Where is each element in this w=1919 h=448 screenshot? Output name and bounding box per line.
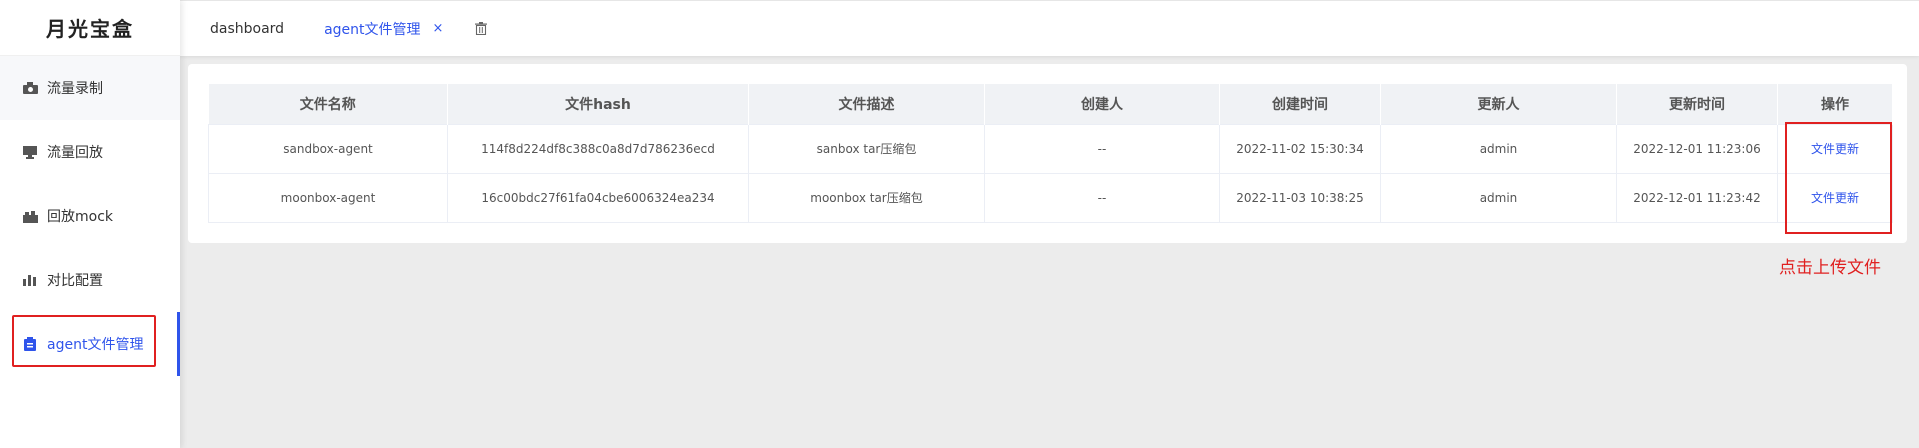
column-header: 更新人 xyxy=(1380,84,1617,124)
close-icon[interactable]: × xyxy=(433,21,444,36)
file-desc-cell: sanbox tar压缩包 xyxy=(748,123,985,174)
sidebar-item-label: 对比配置 xyxy=(47,273,103,289)
creator-cell: -- xyxy=(984,123,1220,174)
updater-cell: admin xyxy=(1380,123,1617,174)
tab-agent-file-manage[interactable]: agent文件管理 × xyxy=(324,19,443,39)
sidebar-item-agent-file-manage[interactable]: agent文件管理 xyxy=(0,312,180,376)
camera-icon xyxy=(22,81,38,95)
column-header: 更新时间 xyxy=(1616,84,1778,124)
sidebar-item-replay-mock[interactable]: 回放mock xyxy=(0,184,180,248)
sidebar-menu: 流量录制 流量回放 回放mock 对比配置 agent文件管理 xyxy=(0,56,180,376)
sidebar-item-label: 流量录制 xyxy=(47,81,103,97)
update-time-cell: 2022-12-01 11:23:42 xyxy=(1616,172,1778,223)
sidebar-item-label: agent文件管理 xyxy=(47,337,144,353)
app-root: 月光宝盒 流量录制 流量回放 回放mock 对比配置 agent文件管理 das… xyxy=(0,0,1919,448)
file-desc-cell: moonbox tar压缩包 xyxy=(748,172,985,223)
sidebar-item-traffic-record[interactable]: 流量录制 xyxy=(0,56,180,120)
file-name-cell: moonbox-agent xyxy=(208,172,448,223)
column-header: 文件描述 xyxy=(748,84,985,124)
clipboard-icon xyxy=(22,337,38,351)
table-row: moonbox-agent 16c00bdc27f61fa04cbe600632… xyxy=(208,172,1893,223)
tab-label: agent文件管理 xyxy=(324,21,421,38)
column-header: 文件hash xyxy=(447,84,749,124)
sidebar-item-label: 回放mock xyxy=(47,209,114,225)
mock-icon xyxy=(22,209,38,223)
table-header-row: 文件名称 文件hash 文件描述 创建人 创建时间 更新人 更新时间 操作 xyxy=(208,84,1893,124)
file-update-link[interactable]: 文件更新 xyxy=(1777,123,1893,174)
agent-file-table: 文件名称 文件hash 文件描述 创建人 创建时间 更新人 更新时间 操作 sa… xyxy=(208,84,1893,223)
create-time-cell: 2022-11-02 15:30:34 xyxy=(1219,123,1381,174)
file-update-link[interactable]: 文件更新 xyxy=(1777,172,1893,223)
sidebar: 月光宝盒 流量录制 流量回放 回放mock 对比配置 agent文件管理 xyxy=(0,0,180,448)
file-name-cell: sandbox-agent xyxy=(208,123,448,174)
table-row: sandbox-agent 114f8d224df8c388c0a8d7d786… xyxy=(208,123,1893,174)
creator-cell: -- xyxy=(984,172,1220,223)
create-time-cell: 2022-11-03 10:38:25 xyxy=(1219,172,1381,223)
tab-bar: dashboard agent文件管理 × xyxy=(180,0,1919,56)
bar-chart-icon xyxy=(22,273,38,287)
column-header: 操作 xyxy=(1777,84,1893,124)
column-header: 创建人 xyxy=(984,84,1220,124)
annotation-text: 点击上传文件 xyxy=(1779,258,1881,278)
content-card: 文件名称 文件hash 文件描述 创建人 创建时间 更新人 更新时间 操作 sa… xyxy=(188,64,1907,243)
updater-cell: admin xyxy=(1380,172,1617,223)
trash-icon[interactable] xyxy=(475,22,488,35)
sidebar-item-label: 流量回放 xyxy=(47,145,103,161)
tab-label: dashboard xyxy=(210,20,285,37)
tab-dashboard[interactable]: dashboard xyxy=(210,21,284,37)
column-header: 文件名称 xyxy=(208,84,448,124)
update-time-cell: 2022-12-01 11:23:06 xyxy=(1616,123,1778,174)
file-hash-cell: 16c00bdc27f61fa04cbe6006324ea234 xyxy=(447,172,749,223)
sidebar-item-compare-config[interactable]: 对比配置 xyxy=(0,248,180,312)
file-hash-cell: 114f8d224df8c388c0a8d7d786236ecd xyxy=(447,123,749,174)
app-logo: 月光宝盒 xyxy=(0,0,180,56)
column-header: 创建时间 xyxy=(1219,84,1381,124)
sidebar-item-traffic-replay[interactable]: 流量回放 xyxy=(0,120,180,184)
monitor-icon xyxy=(22,145,38,159)
